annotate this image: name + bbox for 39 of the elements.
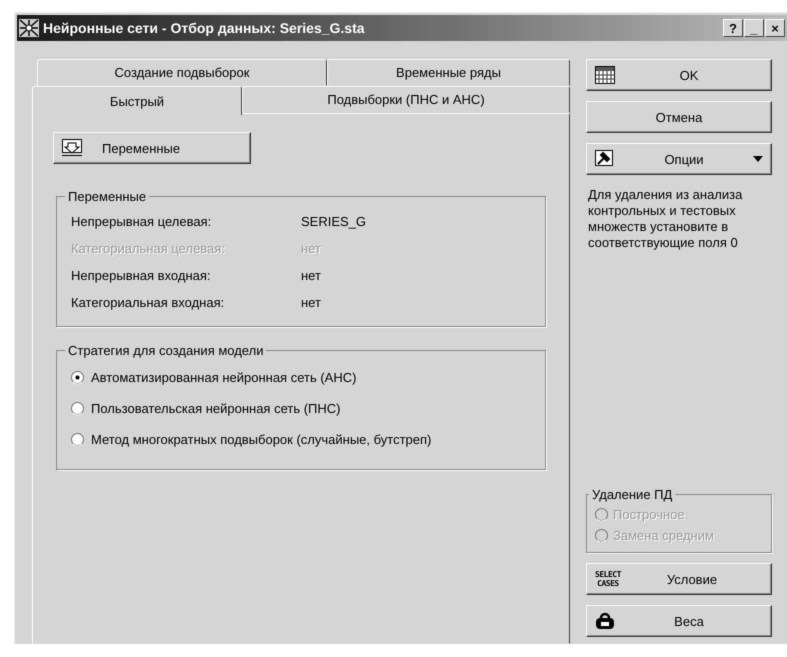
title-bar-button[interactable]: _ [744,19,764,37]
variables-icon [62,139,82,157]
variable-value: SERIES_G [301,214,366,229]
network-icon [19,19,39,37]
dialog-button[interactable]: Веса [586,605,772,637]
tab[interactable]: Временные ряды [327,59,570,86]
variable-label: Категориальная входная: [71,295,226,310]
radio-label[interactable]: Автоматизированная нейронная сеть (АНС) [91,370,356,385]
hammer-icon [595,150,615,168]
group-title: Переменные [67,189,148,204]
dialog-button[interactable]: Опции [586,143,772,175]
radio-button[interactable] [71,371,84,384]
title-bar-button[interactable]: ? [723,19,743,37]
variables-button[interactable]: Переменные [53,132,251,164]
variable-label: Непрерывная входная: [71,268,212,283]
group-title: Стратегия для создания модели [67,343,264,358]
tab[interactable]: Быстрый [32,86,242,115]
variable-value: нет [301,241,321,256]
title-bar-button[interactable]: × [765,19,785,37]
select-cases-icon: SELECT CASES [595,570,621,588]
radio-button[interactable] [71,402,84,415]
radio-label[interactable]: Пользовательская нейронная сеть (ПНС) [91,401,341,416]
variable-value: нет [301,295,321,310]
variable-label: Категориальная целевая: [71,241,226,256]
variable-label: Непрерывная целевая: [71,214,212,229]
variable-value: нет [301,268,321,283]
radio-label[interactable]: Метод многократных подвыборок (случайные, бутстреп) [91,432,432,447]
table-icon [595,66,615,84]
tab[interactable]: Создание подвыборок [37,59,327,86]
radio-button[interactable] [71,433,84,446]
dialog-button[interactable]: SELECT CASES Условие [586,563,772,595]
dropdown-arrow-icon [753,156,763,162]
tab[interactable]: Подвыборки (ПНС и АНС) [242,86,570,113]
hint-text: Для удаления из анализа контрольных и тестовых множеств установите в соответствующие поля 0 [588,187,744,251]
group-title: Удаление ПД [591,487,674,502]
dialog-button[interactable]: OK [586,59,772,91]
window-title: Нейронные сети - Отбор данных: Series_G.sta [43,20,366,36]
weight-icon [595,612,615,630]
dialog-button[interactable]: Отмена [586,101,772,133]
